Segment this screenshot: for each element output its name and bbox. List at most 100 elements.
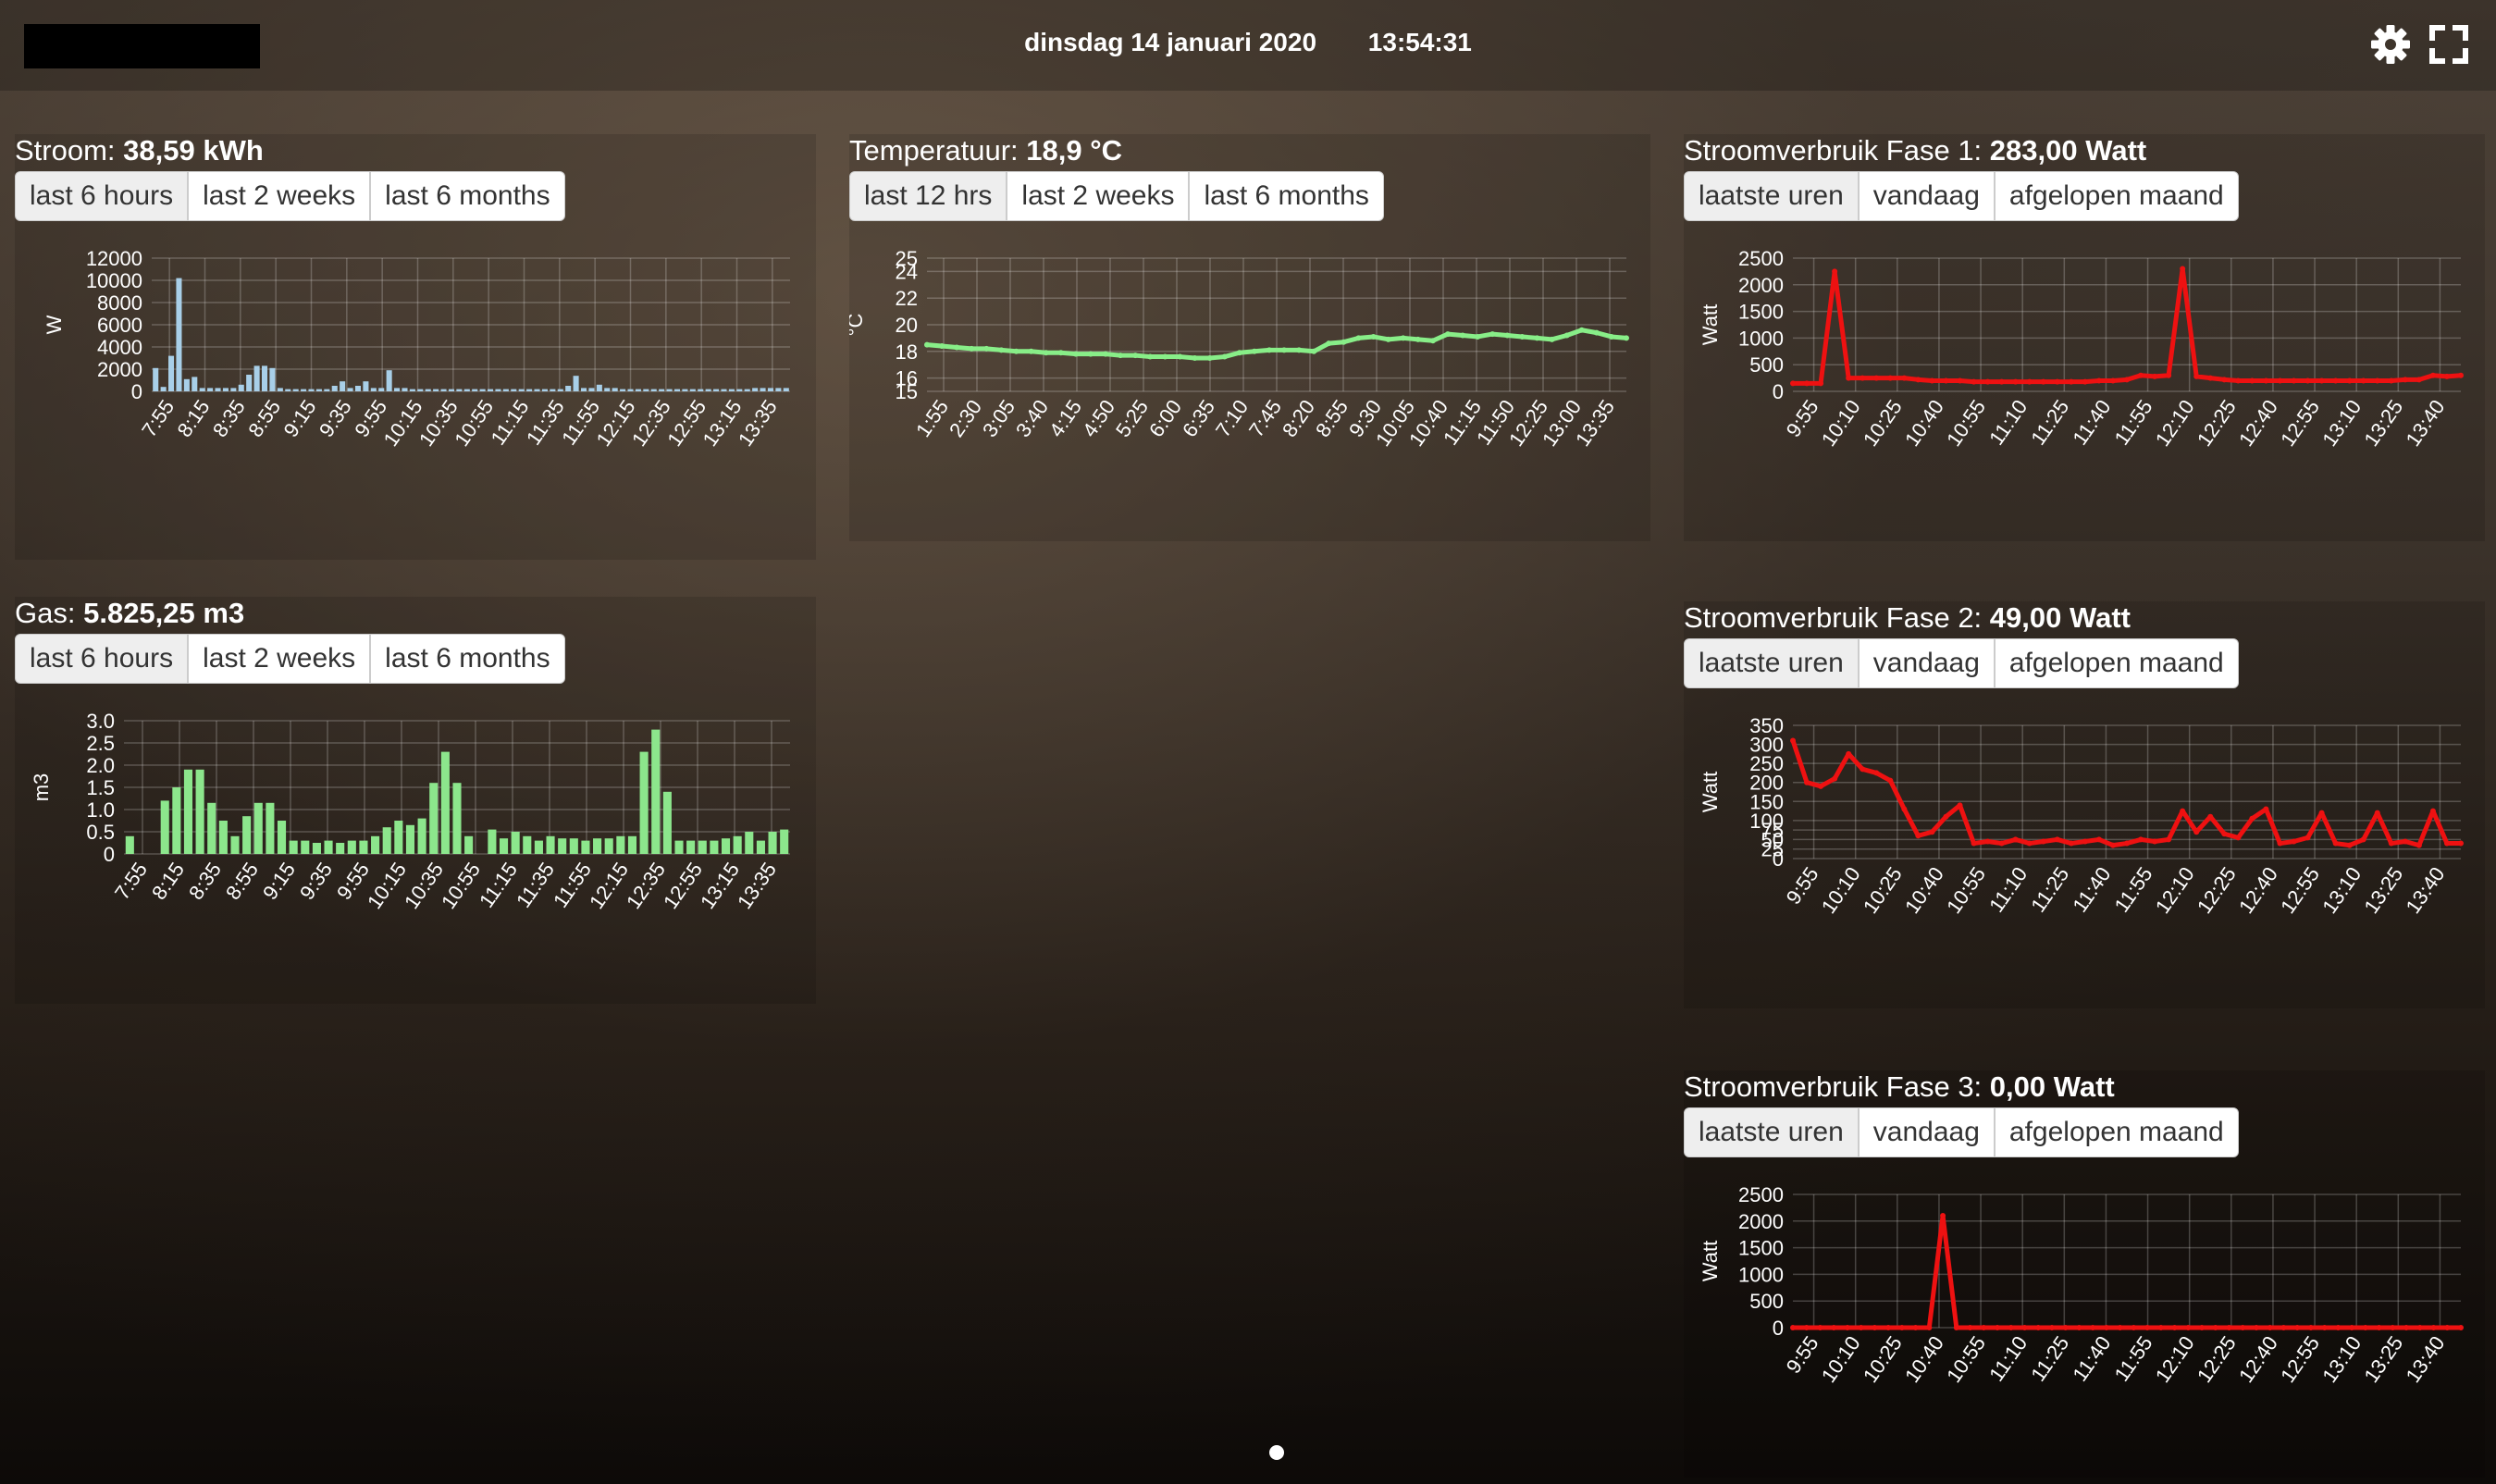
- bar: [627, 389, 634, 391]
- data-point: [2403, 1325, 2410, 1330]
- data-point: [1132, 352, 1139, 359]
- range-button-laatste-uren[interactable]: laatste uren: [1684, 638, 1859, 688]
- bar: [534, 389, 540, 391]
- range-button-group: last 6 hours last 2 weeks last 6 months: [15, 171, 565, 221]
- y-tick-label: 6000: [97, 314, 142, 337]
- bar: [488, 829, 497, 854]
- gear-icon[interactable]: [2368, 22, 2413, 67]
- panel-title-label: Stroomverbruik Fase 2:: [1684, 601, 1983, 634]
- y-tick-label: 2500: [1738, 1183, 1784, 1206]
- range-button-vandaag[interactable]: vandaag: [1858, 638, 1995, 688]
- bar: [285, 389, 291, 391]
- range-button-vandaag[interactable]: vandaag: [1858, 171, 1995, 221]
- bar: [780, 829, 789, 854]
- chart-grid: [1793, 1193, 2461, 1329]
- x-tick-label: 8:35: [208, 396, 250, 441]
- data-point: [2416, 842, 2422, 848]
- range-button-last-6-hours[interactable]: last 6 hours: [15, 171, 189, 221]
- bar: [682, 389, 688, 391]
- data-point: [1578, 327, 1585, 333]
- x-tick-label: 10:55: [437, 859, 485, 913]
- x-tick-label: 11:40: [2068, 863, 2115, 917]
- y-tick-label: 25: [896, 247, 918, 270]
- bar: [394, 388, 401, 391]
- data-point: [1915, 377, 1921, 383]
- x-tick-label: 7:45: [1244, 396, 1286, 441]
- panel-title: Temperatuur: 18,9 °C: [849, 134, 1122, 167]
- data-point: [2199, 1325, 2206, 1330]
- bar: [253, 365, 260, 391]
- data-point: [1953, 1325, 1959, 1330]
- data-point: [2388, 377, 2394, 384]
- bar: [736, 389, 743, 391]
- range-button-laatste-uren[interactable]: laatste uren: [1684, 1107, 1859, 1157]
- range-button-vandaag[interactable]: vandaag: [1858, 1107, 1995, 1157]
- bar: [340, 381, 346, 391]
- page-indicator-dot[interactable]: [1269, 1445, 1284, 1460]
- bar: [581, 840, 590, 854]
- x-tick-label: 11:55: [2110, 863, 2157, 917]
- range-button-last-6-months[interactable]: last 6 months: [370, 634, 565, 684]
- bar: [409, 389, 415, 391]
- data-point: [1206, 355, 1213, 361]
- data-point: [2021, 1325, 2028, 1330]
- bar: [620, 389, 626, 391]
- range-button-laatste-uren[interactable]: laatste uren: [1684, 171, 1859, 221]
- data-point: [1549, 336, 1555, 342]
- data-point: [2416, 1325, 2423, 1330]
- panel-title-value: 5.825,25 m3: [83, 597, 245, 629]
- x-tick-label: 9:35: [315, 396, 356, 441]
- bar: [558, 838, 567, 854]
- bar: [168, 355, 175, 391]
- bar: [698, 389, 704, 391]
- bar: [651, 729, 661, 854]
- x-tick-label: 13:40: [2401, 863, 2449, 918]
- series-line: [1793, 266, 2462, 386]
- data-point: [2207, 813, 2214, 820]
- y-tick-label: 2000: [1738, 1210, 1784, 1233]
- panel-title: Stroomverbruik Fase 2: 49,00 Watt: [1684, 601, 2131, 635]
- range-button-last-2-weeks[interactable]: last 2 weeks: [188, 634, 371, 684]
- data-point: [1971, 378, 1977, 385]
- data-point: [1608, 333, 1614, 340]
- x-tick-label: 10:40: [1900, 396, 1948, 451]
- range-button-last-6-hours[interactable]: last 6 hours: [15, 634, 189, 684]
- bar: [745, 832, 754, 854]
- data-point: [2443, 840, 2450, 847]
- x-tick-label: 3:05: [978, 396, 1019, 441]
- chart-grid: [152, 257, 790, 392]
- range-button-last-6-months[interactable]: last 6 months: [370, 171, 565, 221]
- range-button-afgelopen-maand[interactable]: afgelopen maand: [1994, 1107, 2239, 1157]
- x-tick-label: 4:15: [1044, 396, 1086, 441]
- x-tick-label: 9:35: [295, 859, 337, 904]
- range-button-afgelopen-maand[interactable]: afgelopen maand: [1994, 638, 2239, 688]
- range-button-last-2-weeks[interactable]: last 2 weeks: [188, 171, 371, 221]
- range-button-last-2-weeks[interactable]: last 2 weeks: [1007, 171, 1190, 221]
- data-point: [2318, 377, 2325, 384]
- range-button-last-6-months[interactable]: last 6 months: [1189, 171, 1384, 221]
- fullscreen-icon[interactable]: [2427, 22, 2471, 67]
- bar: [324, 840, 333, 854]
- x-tick-label: 10:35: [414, 396, 463, 451]
- data-point: [1028, 348, 1034, 354]
- bar: [261, 365, 268, 391]
- data-point: [2012, 378, 2019, 385]
- x-tick-label: 4:50: [1078, 396, 1119, 441]
- y-tick-label: 12000: [86, 247, 142, 270]
- bar: [277, 821, 287, 854]
- data-point: [1281, 347, 1288, 353]
- range-button-last-12-hrs[interactable]: last 12 hrs: [849, 171, 1007, 221]
- fase1-chart: 050010001500200025009:5510:1010:2510:401…: [1699, 247, 2464, 451]
- y-tick-label: 0: [104, 843, 115, 866]
- data-point: [1926, 1325, 1933, 1330]
- bar: [433, 389, 439, 391]
- x-tick-label: 13:25: [2359, 396, 2407, 451]
- bar: [565, 386, 572, 391]
- y-tick-label: 350: [1749, 714, 1784, 737]
- bar: [292, 389, 299, 391]
- x-tick-label: 3:40: [1011, 396, 1053, 441]
- range-button-afgelopen-maand[interactable]: afgelopen maand: [1994, 171, 2239, 221]
- data-point: [2349, 1325, 2355, 1330]
- data-point: [1400, 335, 1406, 341]
- data-point: [1504, 332, 1511, 339]
